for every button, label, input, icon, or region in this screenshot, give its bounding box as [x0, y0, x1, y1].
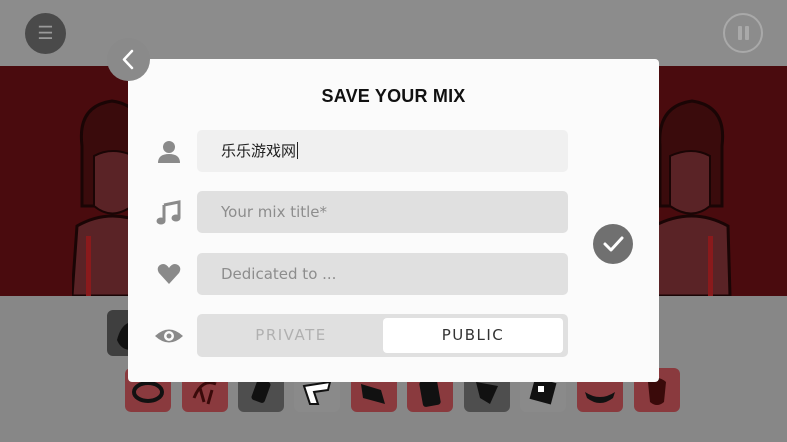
- private-option[interactable]: PRIVATE: [201, 318, 381, 353]
- dialog-title: SAVE YOUR MIX: [321, 86, 466, 106]
- music-note-icon: [156, 200, 182, 226]
- dedication-placeholder: Dedicated to ...: [221, 265, 337, 283]
- eye-icon: [154, 323, 184, 349]
- mix-title-input[interactable]: Your mix title*: [197, 191, 568, 233]
- public-option[interactable]: PUBLIC: [383, 318, 563, 353]
- save-mix-dialog: SAVE YOUR MIX 乐乐游戏网 Your mix title* Dedi…: [128, 59, 659, 382]
- checkmark-icon: [603, 236, 624, 252]
- pause-button[interactable]: [723, 13, 763, 53]
- back-button[interactable]: [107, 38, 150, 81]
- mix-title-placeholder: Your mix title*: [221, 203, 328, 221]
- menu-icon: ☰: [37, 23, 54, 43]
- name-input-value: 乐乐游戏网: [221, 142, 297, 160]
- dedication-input[interactable]: Dedicated to ...: [197, 253, 568, 295]
- name-input[interactable]: 乐乐游戏网: [197, 130, 568, 172]
- heart-icon: [156, 261, 182, 287]
- chevron-left-icon: [122, 49, 134, 70]
- confirm-save-button[interactable]: [593, 224, 633, 264]
- text-caret: [297, 142, 299, 159]
- visibility-toggle: PRIVATE PUBLIC: [197, 314, 568, 357]
- menu-button[interactable]: ☰: [25, 13, 66, 54]
- user-icon: [156, 139, 182, 165]
- performer-character: [650, 86, 732, 296]
